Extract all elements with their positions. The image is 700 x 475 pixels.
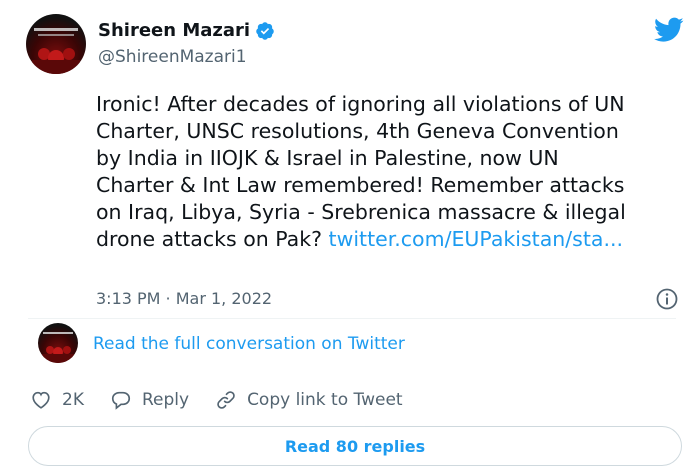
- tweet-line-last: drone attacks on Pak? twitter.com/EUPaki…: [96, 226, 686, 253]
- tweet-line: Charter, UNSC resolutions, 4th Geneva Co…: [96, 119, 619, 143]
- verified-badge-icon: [256, 21, 274, 40]
- info-icon[interactable]: [655, 287, 679, 311]
- read-replies-button[interactable]: Read 80 replies: [28, 426, 682, 466]
- reply-bubble-icon: [111, 391, 131, 410]
- tweet-url-link[interactable]: twitter.com/EUPakistan/sta...: [329, 227, 623, 251]
- tweet-timestamp[interactable]: 3:13 PM · Mar 1, 2022: [96, 289, 272, 308]
- heart-icon: [32, 391, 50, 409]
- author-name-text[interactable]: Shireen Mazari: [98, 20, 250, 41]
- tweet-line-text: drone attacks on Pak?: [96, 227, 329, 251]
- twitter-bird-icon[interactable]: [654, 17, 684, 43]
- like-count: 2K: [62, 390, 84, 410]
- author-handle[interactable]: @ShireenMazari1: [98, 47, 247, 67]
- tweet-line: by India in IIOJK & Israel in Palestine,…: [96, 146, 559, 170]
- copy-link-label: Copy link to Tweet: [247, 390, 403, 410]
- divider: [28, 318, 676, 319]
- conversation-avatar[interactable]: [38, 323, 78, 363]
- tweet-line: on Iraq, Libya, Syria - Srebrenica massa…: [96, 200, 626, 224]
- tweet-card: Shireen Mazari @ShireenMazari1 Ironic! A…: [0, 0, 700, 475]
- author-avatar[interactable]: [26, 14, 86, 74]
- read-full-conversation-link[interactable]: Read the full conversation on Twitter: [93, 334, 405, 354]
- author-name[interactable]: Shireen Mazari: [98, 20, 275, 41]
- reply-label: Reply: [141, 390, 190, 410]
- tweet-text: Ironic! After decades of ignoring all vi…: [96, 91, 686, 253]
- like-button[interactable]: 2K: [30, 389, 84, 411]
- reply-button[interactable]: Reply: [110, 389, 189, 411]
- copy-link-button[interactable]: Copy link to Tweet: [215, 389, 403, 411]
- action-bar: 2K Reply Copy link to Tweet: [30, 389, 429, 411]
- tweet-line: Charter & Int Law remembered! Remember a…: [96, 173, 625, 197]
- tweet-line: Ironic! After decades of ignoring all vi…: [96, 92, 625, 116]
- link-icon: [217, 391, 235, 409]
- read-replies-label: Read 80 replies: [284, 436, 426, 456]
